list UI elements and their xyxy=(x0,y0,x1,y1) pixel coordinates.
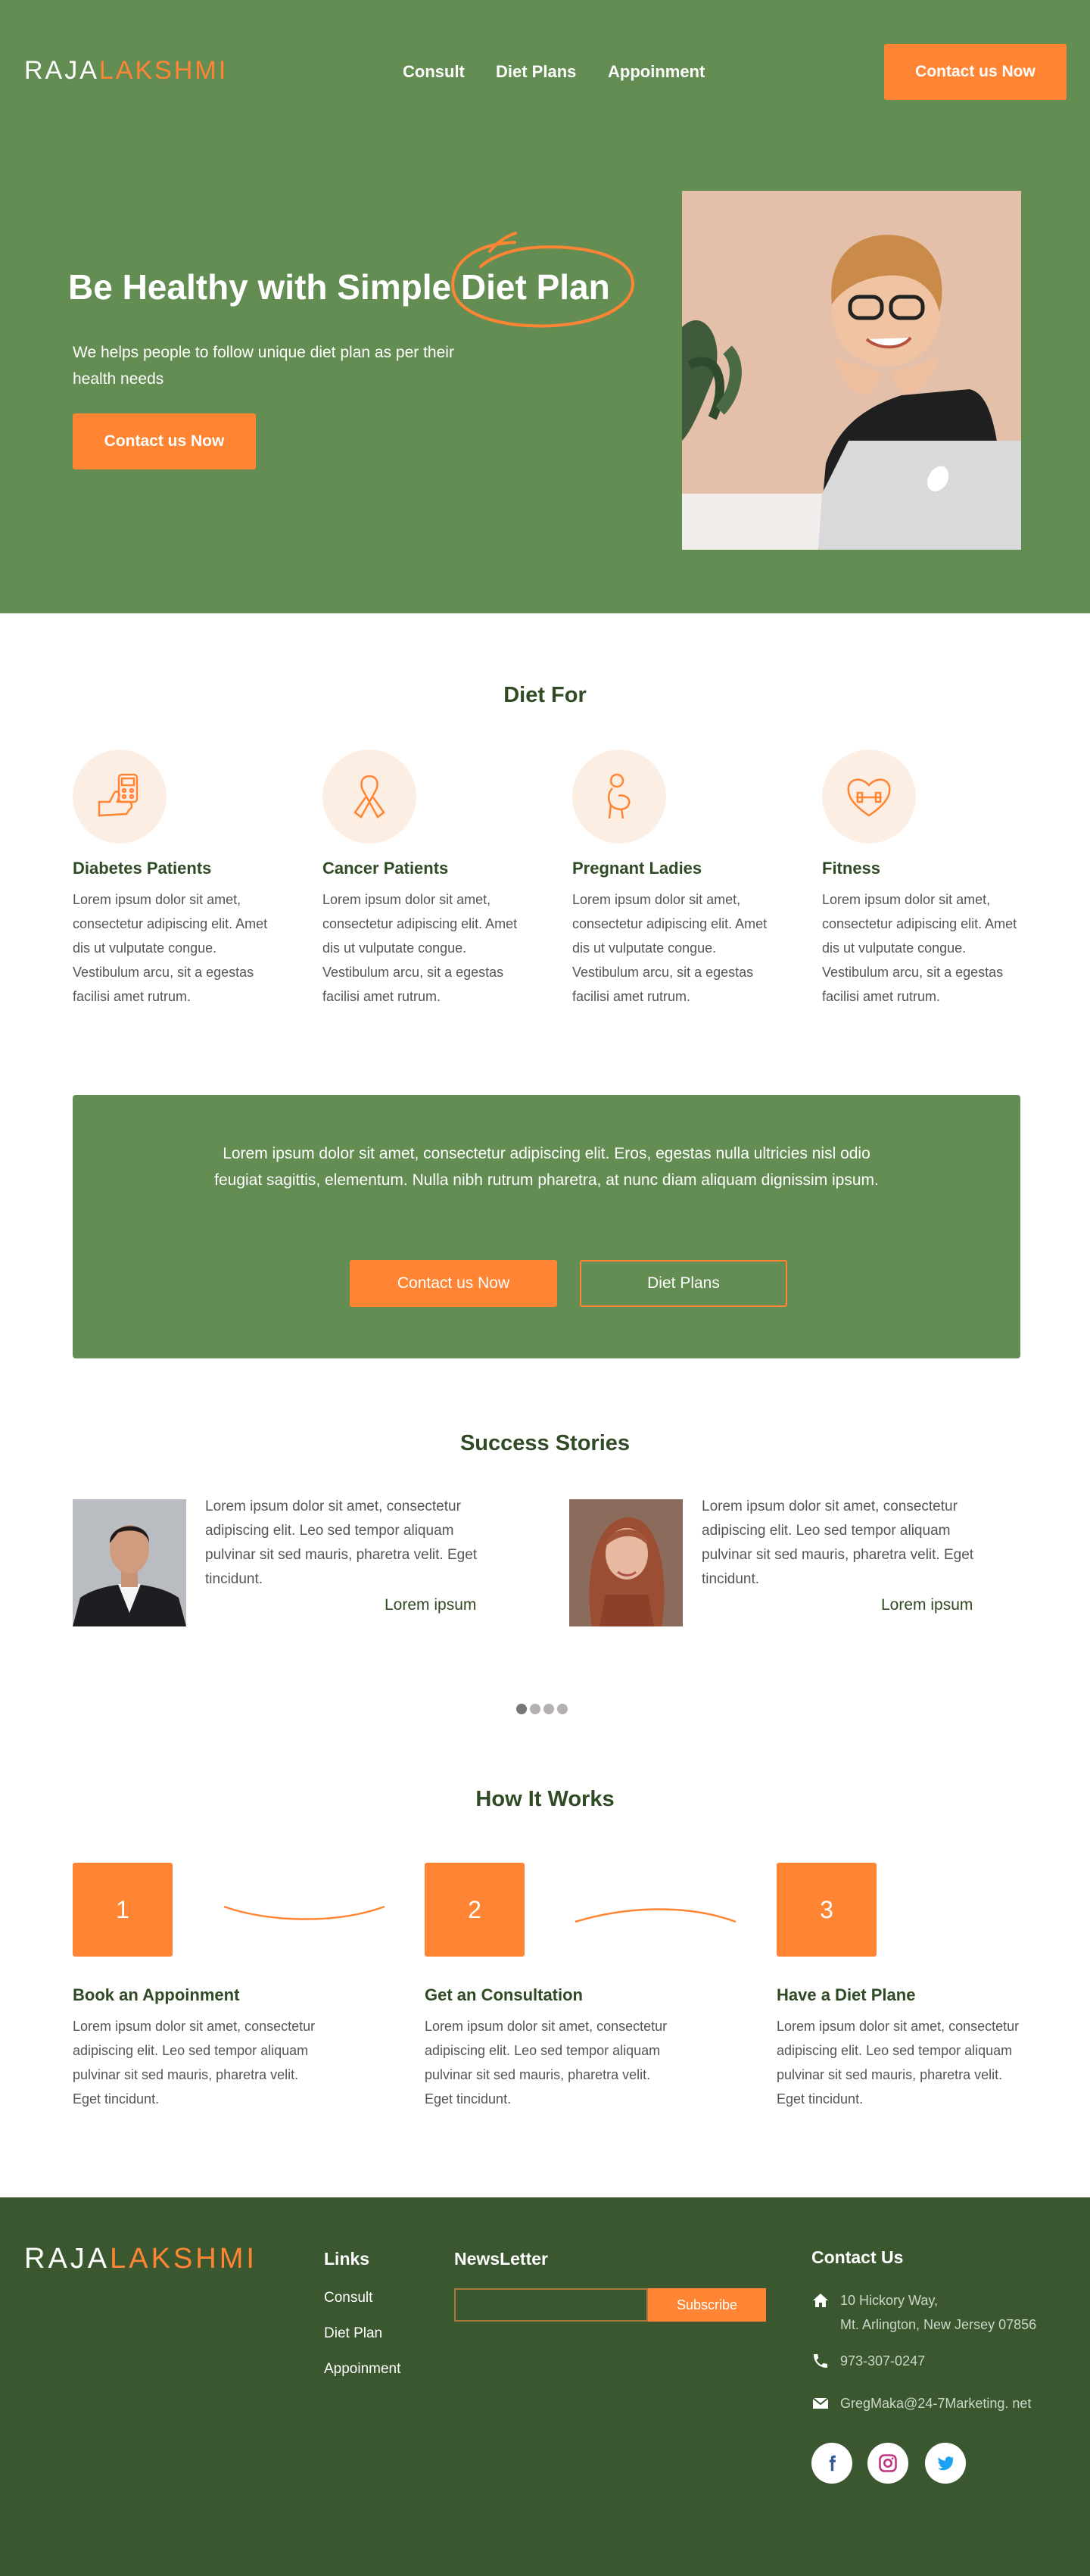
diet-card-text: Lorem ipsum dolor sit amet, consectetur … xyxy=(822,892,1017,1004)
diet-card-cancer[interactable]: Cancer Patients Lorem ipsum dolor sit am… xyxy=(322,750,519,1009)
brand-logo[interactable]: RAJALAKSHMI xyxy=(24,56,228,86)
footer-link-appoinment[interactable]: Appoinment xyxy=(324,2361,400,2378)
instagram-icon xyxy=(879,2454,897,2472)
carousel-dot[interactable] xyxy=(543,1704,554,1714)
carousel-dots xyxy=(516,1704,568,1714)
cta-banner: Lorem ipsum dolor sit amet, consectetur … xyxy=(73,1095,1020,1358)
newsletter-title: NewsLetter xyxy=(454,2249,548,2269)
footer: RAJALAKSHMI Links Consult Diet Plan Appo… xyxy=(0,2197,1090,2576)
diet-card-diabetes[interactable]: Diabetes Patients Lorem ipsum dolor sit … xyxy=(73,750,269,1009)
cta-contact-button[interactable]: Contact us Now xyxy=(350,1260,557,1307)
contact-title: Contact Us xyxy=(811,2247,904,2267)
hero-photo xyxy=(682,191,1021,550)
success-stories-title: Success Stories xyxy=(459,1431,631,1455)
diet-card-title: Diabetes Patients xyxy=(73,859,212,878)
newsletter-email-input[interactable] xyxy=(454,2288,648,2322)
footer-link-diet-plan[interactable]: Diet Plan xyxy=(324,2325,382,2342)
diet-card-text: Lorem ipsum dolor sit amet, consectetur … xyxy=(572,892,768,1004)
carousel-dot[interactable] xyxy=(530,1704,540,1714)
footer-logo-part2: LAKSHMI xyxy=(110,2243,257,2275)
diet-for-title: Diet For xyxy=(503,683,587,707)
hero-title-plain: Be Healthy with Simple xyxy=(68,267,452,307)
story-avatar xyxy=(569,1499,683,1626)
step-item: Have a Diet Plane Lorem ipsum dolor sit … xyxy=(777,1985,1034,2111)
step-number-badge: 2 xyxy=(425,1863,525,1957)
step-text: Lorem ipsum dolor sit amet, consectetur … xyxy=(73,2019,316,2107)
step-number-badge: 3 xyxy=(777,1863,877,1957)
step-title: Book an Appoinment xyxy=(73,1985,240,2004)
diet-card-pregnant[interactable]: Pregnant Ladies Lorem ipsum dolor sit am… xyxy=(572,750,769,1009)
story-text: Lorem ipsum dolor sit amet, consectetur … xyxy=(702,1499,974,1587)
subscribe-button[interactable]: Subscribe xyxy=(648,2288,766,2322)
step-number-badge: 1 xyxy=(73,1863,173,1957)
nav-item-diet-plans[interactable]: Diet Plans xyxy=(496,62,576,82)
highlight-circle-icon xyxy=(451,232,634,328)
footer-logo[interactable]: RAJALAKSHMI xyxy=(24,2243,257,2275)
header-contact-button[interactable]: Contact us Now xyxy=(884,44,1067,100)
cta-banner-text: Lorem ipsum dolor sit amet, consectetur … xyxy=(214,1145,879,1189)
cta-diet-plans-button[interactable]: Diet Plans xyxy=(580,1260,787,1307)
contact-email[interactable]: GregMaka@24-7Marketing. net xyxy=(811,2391,1031,2415)
facebook-icon xyxy=(829,2455,836,2472)
hero-subtitle: We helps people to follow unique diet pl… xyxy=(73,344,454,388)
home-icon xyxy=(813,2294,828,2307)
footer-link-consult[interactable]: Consult xyxy=(324,2290,372,2306)
twitter-button[interactable] xyxy=(925,2443,966,2484)
contact-address: 10 Hickory Way, Mt. Arlington, New Jerse… xyxy=(811,2288,1036,2337)
carousel-dot[interactable] xyxy=(516,1704,527,1714)
story-author: Lorem ipsum xyxy=(385,1596,477,1614)
how-it-works-title: How It Works xyxy=(475,1787,615,1811)
nav-item-appoinment[interactable]: Appoinment xyxy=(608,62,705,82)
contact-phone[interactable]: 973-307-0247 xyxy=(811,2349,925,2373)
heart-dumbbell-icon xyxy=(822,750,916,844)
brand-logo-part1: RAJA xyxy=(24,56,99,85)
step-text: Lorem ipsum dolor sit amet, consectetur … xyxy=(425,2019,668,2107)
diet-card-title: Pregnant Ladies xyxy=(572,859,702,878)
step-text: Lorem ipsum dolor sit amet, consectetur … xyxy=(777,2019,1020,2107)
glucose-meter-icon xyxy=(73,750,167,844)
facebook-button[interactable] xyxy=(811,2443,852,2484)
instagram-button[interactable] xyxy=(867,2443,908,2484)
hero-section: RAJALAKSHMI Consult Diet Plans Appoinmen… xyxy=(0,0,1090,613)
connector-curve-icon xyxy=(223,1905,385,1920)
story-avatar xyxy=(73,1499,186,1626)
pregnant-lady-icon xyxy=(572,750,666,844)
carousel-dot[interactable] xyxy=(557,1704,568,1714)
diet-card-text: Lorem ipsum dolor sit amet, consectetur … xyxy=(73,892,268,1004)
story-author: Lorem ipsum xyxy=(881,1596,973,1614)
twitter-icon xyxy=(938,2456,954,2471)
address-line-1: 10 Hickory Way, xyxy=(840,2293,939,2308)
address-line-2: Mt. Arlington, New Jersey 07856 xyxy=(840,2317,1037,2332)
nav-item-consult[interactable]: Consult xyxy=(403,62,465,82)
diet-card-title: Fitness xyxy=(822,859,881,878)
step-item: Book an Appoinment Lorem ipsum dolor sit… xyxy=(73,1985,330,2111)
step-title: Have a Diet Plane xyxy=(777,1985,916,2004)
connector-curve-icon xyxy=(575,1908,737,1923)
brand-logo-part2: LAKSHMI xyxy=(98,56,229,85)
cancer-ribbon-icon xyxy=(322,750,416,844)
hero-contact-button[interactable]: Contact us Now xyxy=(73,413,256,469)
step-item: Get an Consultation Lorem ipsum dolor si… xyxy=(425,1985,682,2111)
diet-card-fitness[interactable]: Fitness Lorem ipsum dolor sit amet, cons… xyxy=(822,750,1019,1009)
footer-logo-part1: RAJA xyxy=(24,2243,111,2275)
diet-card-text: Lorem ipsum dolor sit amet, consectetur … xyxy=(322,892,518,1004)
mail-icon xyxy=(812,2397,829,2409)
phone-icon xyxy=(814,2354,827,2368)
step-title: Get an Consultation xyxy=(425,1985,583,2004)
footer-links-title: Links xyxy=(324,2249,370,2269)
diet-card-title: Cancer Patients xyxy=(322,859,449,878)
email-address: GregMaka@24-7Marketing. net xyxy=(840,2396,1032,2411)
story-text: Lorem ipsum dolor sit amet, consectetur … xyxy=(205,1499,478,1587)
